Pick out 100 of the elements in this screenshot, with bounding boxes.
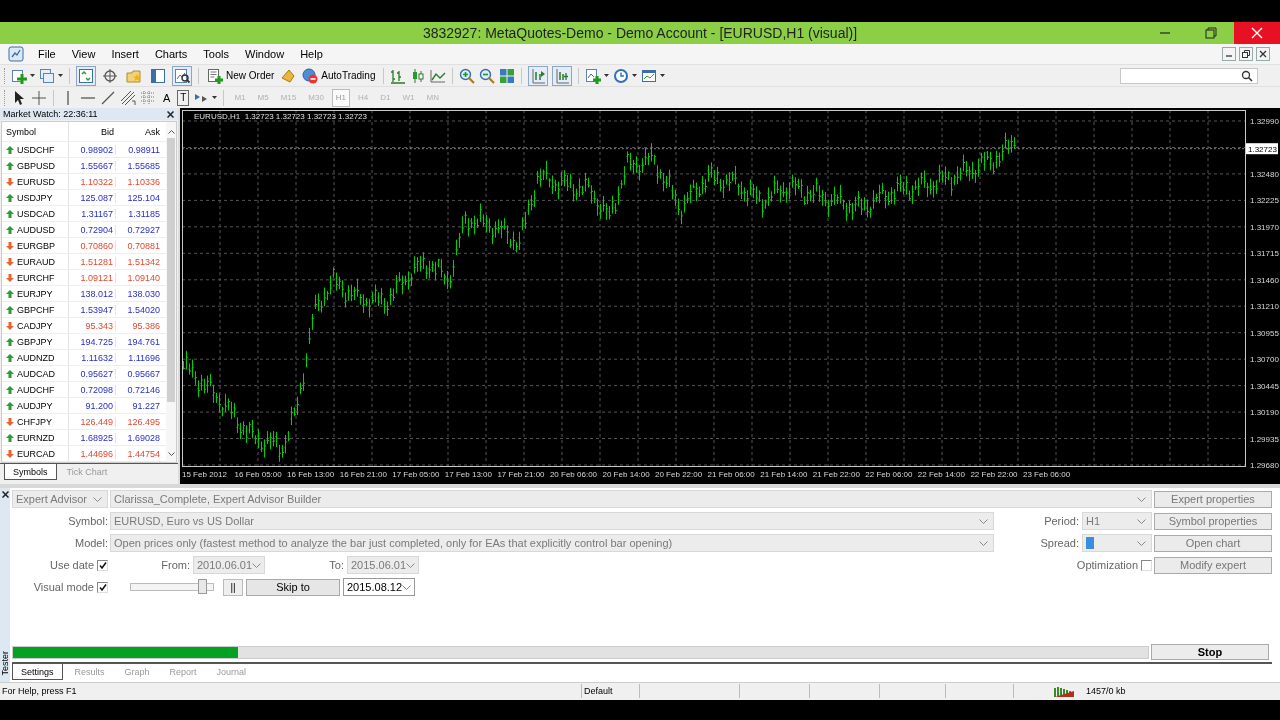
field-label: Optimization: [1076, 559, 1138, 571]
ask-price: 1.55685: [126, 160, 161, 171]
tester-tab[interactable]: Results: [66, 664, 113, 680]
menu-item[interactable]: Charts: [146, 48, 196, 60]
timeframe-button[interactable]: H1: [331, 88, 351, 107]
menu-item[interactable]: View: [63, 48, 104, 60]
caret-icon[interactable]: [660, 74, 666, 77]
bid-price: 1.51281: [69, 256, 116, 267]
price-label: 1.29935: [1250, 434, 1279, 444]
bid-price: 0.98902: [69, 144, 116, 155]
line-chart-icon[interactable]: [430, 67, 447, 84]
chevron-icon[interactable]: [402, 584, 412, 590]
menu-item[interactable]: File: [30, 48, 64, 60]
tester-tab[interactable]: Journal: [208, 664, 255, 680]
tester-tab[interactable]: Settings: [12, 664, 63, 680]
autotrading-button[interactable]: AutoTrading: [300, 65, 378, 86]
symbol-name: EURGBP: [17, 240, 55, 251]
globe-stop-icon[interactable]: [302, 67, 319, 84]
panel-tab[interactable]: Symbols: [4, 464, 57, 480]
scroll-thumb[interactable]: [167, 138, 175, 402]
tester-tab[interactable]: Graph: [116, 664, 158, 680]
caret-icon[interactable]: [212, 96, 218, 99]
checkbox[interactable]: [97, 559, 108, 571]
close-icon[interactable]: [1, 491, 9, 498]
symbol-name: GBPJPY: [17, 336, 53, 347]
new-chart-icon[interactable]: [11, 67, 27, 84]
auto-scroll-button[interactable]: [528, 65, 549, 86]
wedge-icon[interactable]: [280, 67, 297, 84]
trend-line-icon[interactable]: [100, 89, 116, 106]
chart-window-icon[interactable]: [641, 67, 658, 84]
scroll-down-icon[interactable]: [167, 452, 175, 456]
time-label: 21 Feb 22:00: [812, 470, 860, 479]
strategy-tester-button[interactable]: [172, 65, 192, 86]
new-order-button[interactable]: New Order: [205, 65, 277, 86]
ask-price: 194.761: [126, 336, 161, 347]
app-icon[interactable]: [8, 46, 24, 62]
bar-chart-icon[interactable]: [390, 67, 407, 84]
tile-windows-icon[interactable]: [499, 67, 516, 84]
bid-price: 1.09121: [69, 272, 116, 283]
signal-bars-icon: [1054, 685, 1074, 697]
price-label: 1.30445: [1250, 381, 1279, 391]
price-label: 1.31460: [1250, 275, 1279, 285]
close-icon[interactable]: [167, 110, 174, 118]
symbol-name: EURAUD: [17, 256, 55, 267]
price-chart[interactable]: [180, 108, 1280, 484]
caret-icon[interactable]: [58, 74, 63, 77]
window-title: 3832927: MetaQuotes-Demo - Demo Account - [EURUSD,H1 (visual)]: [421, 25, 859, 41]
skip-to-button[interactable]: Skip to: [246, 578, 340, 596]
ask-price: 138.030: [126, 288, 161, 299]
minimize-icon[interactable]: [1222, 47, 1236, 61]
text-label-tool-button[interactable]: T: [177, 89, 190, 106]
text-tool-button[interactable]: A: [160, 89, 174, 106]
symbol-name: EURCHF: [17, 272, 55, 283]
dotted-grid-icon[interactable]: [140, 89, 156, 106]
menu-item[interactable]: Window: [237, 48, 293, 60]
zoom-out-icon[interactable]: [479, 67, 496, 84]
restore-icon[interactable]: [1239, 47, 1253, 61]
symbol-name: EURUSD: [17, 176, 55, 187]
scroll-up-icon[interactable]: [167, 130, 175, 134]
time-label: 20 Feb 06:00: [549, 470, 598, 479]
document-plus-icon[interactable]: [207, 67, 223, 84]
time-label: 23 Feb 06:00: [1023, 470, 1071, 479]
search-icon[interactable]: [1241, 69, 1253, 82]
price-label: 1.32480: [1250, 169, 1279, 179]
candlestick-icon[interactable]: [410, 67, 427, 84]
column-header[interactable]: Symbol: [2, 122, 69, 141]
column-header[interactable]: Ask: [116, 126, 164, 137]
menu-item[interactable]: Insert: [103, 48, 147, 60]
checkbox[interactable]: [1141, 559, 1152, 571]
slider-thumb[interactable]: [197, 579, 207, 594]
chart-shift-button[interactable]: [552, 65, 573, 86]
skip-date-dropdown[interactable]: 2015.08.12: [343, 578, 415, 596]
search-field[interactable]: [1120, 67, 1258, 84]
clock-icon[interactable]: [613, 67, 630, 84]
tester-tab[interactable]: Report: [161, 664, 205, 680]
checkbox[interactable]: [97, 581, 108, 593]
menu-item[interactable]: Tools: [195, 48, 237, 60]
price-label: 1.32990: [1250, 117, 1279, 126]
close-icon[interactable]: [1256, 47, 1270, 61]
time-label: 17 Feb 05:00: [392, 470, 440, 479]
menu-item[interactable]: Help: [292, 48, 331, 60]
ask-price: 1.51342: [126, 256, 161, 267]
caret-icon[interactable]: [604, 74, 610, 77]
market-watch-button[interactable]: [76, 65, 96, 86]
caret-icon[interactable]: [632, 74, 638, 77]
field-label: Spread:: [1040, 537, 1079, 549]
price-label: 1.30190: [1250, 408, 1279, 418]
panel-tab[interactable]: Tick Chart: [58, 464, 116, 480]
channel-icon[interactable]: [120, 89, 136, 106]
chart-plus-icon[interactable]: [585, 67, 602, 84]
time-label: 15 Feb 2012: [182, 470, 227, 479]
time-label: 22 Feb 06:00: [865, 470, 913, 479]
scrollbar[interactable]: [166, 122, 176, 462]
stop-button[interactable]: Stop: [1151, 644, 1269, 660]
column-header[interactable]: Bid: [69, 126, 116, 137]
pause-button[interactable]: ||: [223, 578, 243, 596]
bid-price: 194.725: [69, 336, 116, 347]
zoom-in-icon[interactable]: [459, 67, 476, 84]
caret-icon[interactable]: [30, 74, 35, 77]
bid-price: 1.31167: [69, 208, 116, 219]
